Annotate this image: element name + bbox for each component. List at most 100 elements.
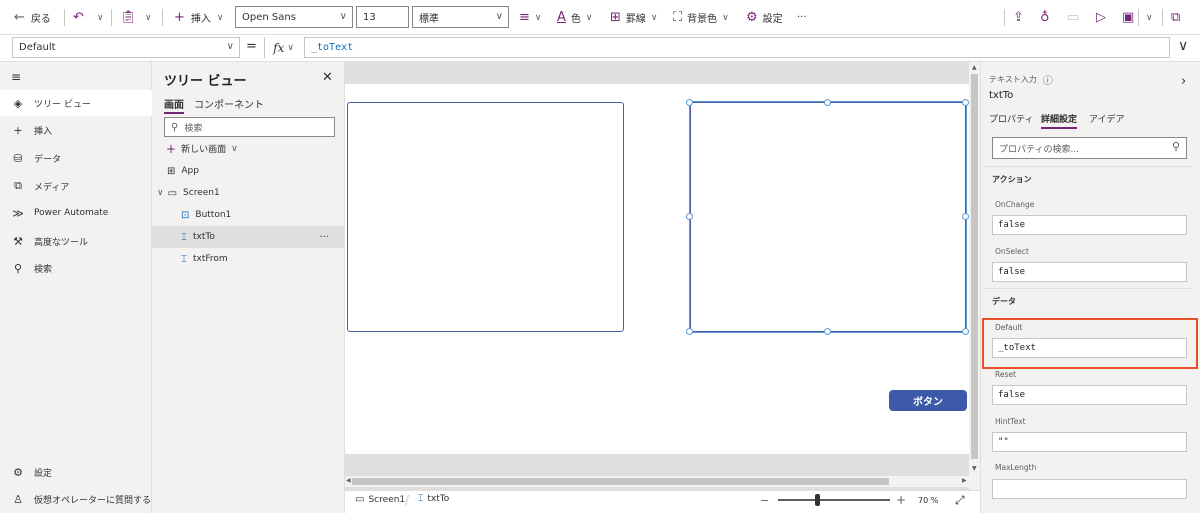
text-input-control-txtto[interactable]	[689, 101, 967, 333]
save-button[interactable]: ▣	[1122, 0, 1134, 35]
chevron-right-icon[interactable]: ›	[1181, 74, 1186, 89]
more-options-icon[interactable]: ···	[319, 232, 329, 243]
search-placeholder: プロパティの検索...	[999, 144, 1080, 155]
tree-node-txtto[interactable]: ⌶ txtTo ···	[152, 226, 345, 248]
nav-item-media[interactable]: ⧉ メディア	[0, 173, 152, 199]
zoom-out-button[interactable]: −	[760, 494, 769, 507]
paste-button[interactable]: 📋︎	[120, 0, 137, 35]
nav-item-search[interactable]: ⚲ 検索	[0, 255, 152, 281]
resize-handle[interactable]	[824, 99, 831, 106]
save-dropdown[interactable]: ∨	[1146, 0, 1153, 35]
comments-button[interactable]: ▭	[1067, 0, 1079, 35]
resize-handle[interactable]	[686, 213, 693, 220]
tree-node-button1[interactable]: ⊡ Button1	[152, 204, 345, 226]
nav-item-advanced-tools[interactable]: ⚒ 高度なツール	[0, 228, 152, 254]
font-select[interactable]: Open Sans ∨	[235, 6, 353, 28]
undo-button[interactable]: ↶	[73, 0, 84, 35]
close-icon[interactable]: ✕	[322, 70, 333, 85]
divider	[1138, 9, 1139, 26]
property-select[interactable]: Default ∨	[12, 37, 240, 58]
nav-item-label: Power Automate	[34, 208, 109, 218]
screen-icon: ▭	[167, 187, 178, 199]
font-size-input[interactable]: 13	[356, 6, 409, 28]
nav-item-settings[interactable]: ⚙ 設定	[0, 459, 152, 485]
text-color-button[interactable]: A 色 ∨	[557, 0, 593, 35]
text-input-icon: ⌶	[418, 494, 424, 504]
scroll-down-icon[interactable]: ▼	[972, 465, 977, 472]
screen-icon: ▭	[355, 494, 365, 505]
gear-icon: ⚙	[746, 10, 758, 25]
insert-button[interactable]: + 挿入 ∨	[174, 0, 224, 35]
fx-icon: fx	[273, 40, 285, 55]
scroll-right-icon[interactable]: ▶	[962, 477, 967, 484]
hinttext-input[interactable]: ""	[992, 432, 1187, 452]
preview-button[interactable]: ▷	[1096, 0, 1106, 35]
chevron-down-icon: ∨	[1178, 38, 1189, 54]
resize-handle[interactable]	[962, 99, 969, 106]
tab-properties[interactable]: プロパティ	[989, 112, 1033, 125]
nav-item-insert[interactable]: + 挿入	[0, 117, 152, 143]
resize-handle[interactable]	[686, 328, 693, 335]
nav-item-data[interactable]: ⛁ データ	[0, 145, 152, 171]
fit-to-window-icon[interactable]: ⤢	[955, 493, 965, 508]
chevron-down-icon[interactable]: ∨	[157, 188, 164, 198]
help-icon[interactable]: ⓘ	[1043, 72, 1053, 87]
tree-node-screen1[interactable]: ∨ ▭ Screen1	[152, 182, 345, 204]
stethoscope-icon: ♁	[1040, 10, 1050, 25]
tree-search-input[interactable]: ⚲ 検索	[164, 117, 335, 137]
formula-expand-button[interactable]: ∨	[1178, 38, 1188, 54]
font-weight-select[interactable]: 標準 ∨	[412, 6, 509, 28]
fx-button[interactable]: fx ∨	[264, 37, 302, 58]
formula-input[interactable]: _toText	[304, 37, 1170, 58]
undo-dropdown[interactable]: ∨	[97, 0, 104, 35]
hamburger-menu-icon[interactable]: ≡	[11, 70, 21, 84]
scroll-left-icon[interactable]: ◀	[346, 477, 351, 484]
tab-ideas[interactable]: アイデア	[1089, 112, 1125, 125]
zoom-slider-thumb[interactable]	[815, 494, 820, 506]
resize-handle[interactable]	[824, 328, 831, 335]
resize-handle[interactable]	[686, 99, 693, 106]
settings-button[interactable]: ⚙ 設定	[746, 0, 783, 35]
horizontal-scroll-thumb[interactable]	[352, 478, 889, 485]
paste-dropdown[interactable]: ∨	[145, 0, 152, 35]
share-button[interactable]: ⇪	[1013, 0, 1024, 35]
scroll-up-icon[interactable]: ▲	[972, 64, 977, 71]
breadcrumb-label: txtTo	[427, 494, 450, 504]
onchange-input[interactable]: false	[992, 215, 1187, 235]
new-screen-button[interactable]: + 新しい画面 ∨	[166, 141, 238, 156]
resize-handle[interactable]	[962, 328, 969, 335]
nav-item-tree-view[interactable]: ◈ ツリー ビュー	[0, 90, 152, 116]
nav-item-label: 挿入	[34, 126, 53, 137]
border-button[interactable]: ⊞ 罫線 ∨	[610, 0, 658, 35]
resize-handle[interactable]	[962, 213, 969, 220]
plus-icon: +	[166, 141, 177, 156]
property-search-input[interactable]: プロパティの検索...	[992, 137, 1187, 159]
button-control-button1[interactable]: ボタン	[889, 390, 967, 411]
tree-node-app[interactable]: ⊞ App	[152, 160, 345, 182]
back-button[interactable]: ← 戻る	[14, 0, 51, 35]
vertical-scroll-thumb[interactable]	[971, 74, 978, 459]
tab-advanced[interactable]: 詳細設定	[1041, 112, 1078, 129]
publish-button[interactable]: ⧉	[1171, 0, 1180, 35]
reset-input[interactable]: false	[992, 385, 1187, 405]
maxlength-input[interactable]	[992, 479, 1187, 499]
breadcrumb-screen1[interactable]: ▭ Screen1	[355, 494, 405, 505]
fill-button[interactable]: ⛶ 背景色 ∨	[673, 0, 729, 35]
field-value: false	[998, 267, 1026, 277]
nav-item-virtual-agent[interactable]: ♙ 仮想オペレーターに質問する	[0, 486, 152, 512]
tree-node-txtfrom[interactable]: ⌶ txtFrom	[152, 248, 345, 270]
align-button[interactable]: ≡ ∨	[519, 0, 542, 35]
nav-item-power-automate[interactable]: ≫ Power Automate	[0, 200, 152, 226]
clipboard-icon: 📋︎	[120, 10, 137, 25]
zoom-slider[interactable]	[778, 499, 890, 501]
app-checker-button[interactable]: ♁	[1040, 0, 1050, 35]
zoom-in-button[interactable]: +	[896, 493, 906, 507]
tab-components[interactable]: コンポーネント	[194, 96, 264, 111]
tab-screens[interactable]: 画面	[164, 96, 184, 114]
text-input-icon: ⌶	[181, 231, 187, 243]
field-value: false	[998, 390, 1026, 400]
text-input-control-txtfrom[interactable]	[347, 102, 624, 332]
more-button[interactable]: ···	[797, 0, 807, 35]
onselect-input[interactable]: false	[992, 262, 1187, 282]
breadcrumb-txtto[interactable]: ⌶ txtTo	[418, 494, 449, 504]
